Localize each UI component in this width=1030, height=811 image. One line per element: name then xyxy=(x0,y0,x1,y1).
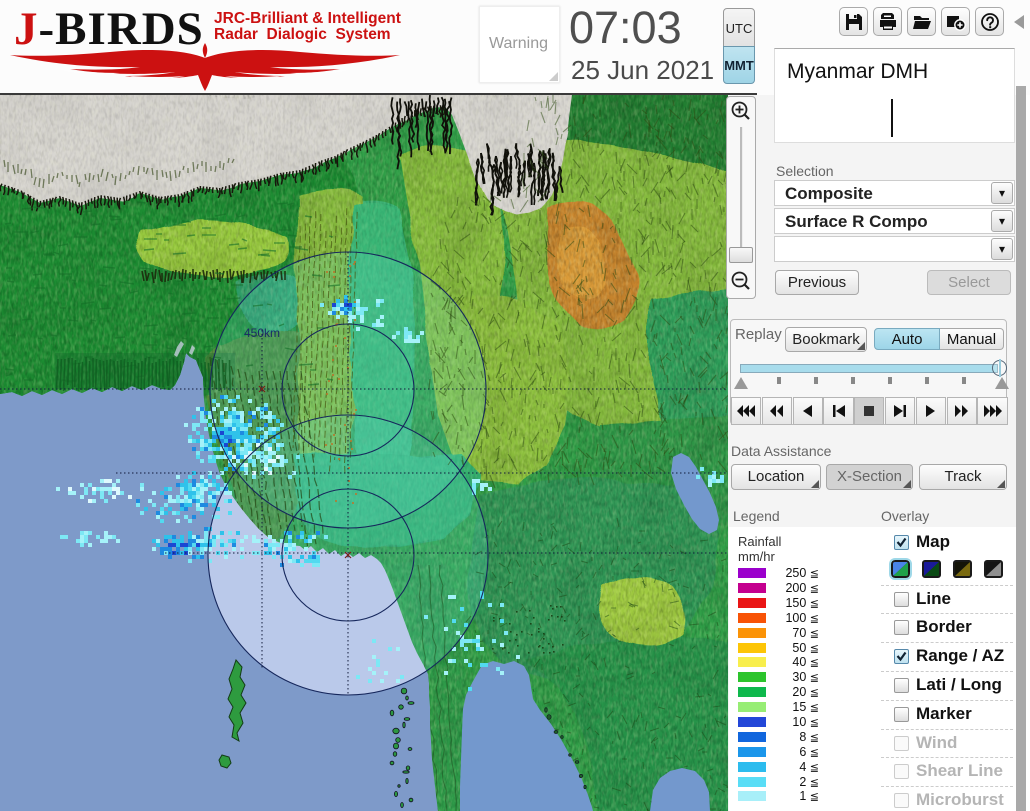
svg-text:450km: 450km xyxy=(244,326,280,340)
